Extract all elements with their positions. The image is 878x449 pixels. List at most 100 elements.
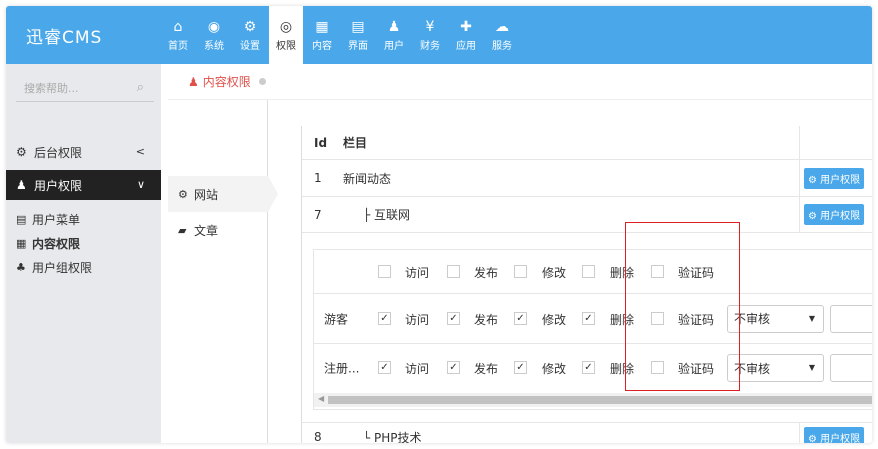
permission-checkbox[interactable]: ✓: [447, 311, 460, 325]
sidebar-group-label: 用户权限: [34, 178, 83, 193]
nav-label: 服务: [492, 40, 512, 52]
nav-label: 应用: [456, 40, 476, 52]
nav-item-1[interactable]: ◉ 系统: [197, 6, 231, 64]
nav-label: 财务: [420, 40, 440, 52]
permission-checkbox[interactable]: [447, 264, 460, 278]
breadcrumb-current[interactable]: 内容权限: [203, 73, 251, 90]
app-window: 迅睿CMS ⌂ 首页 ◉ 系统 ⚙ 设置 ◎ 权限 ▦ 内容 ▤ 界面 ♟ 用户 ¥ 财务 ✚ 应用 ☁ 服务 搜索帮…: [6, 6, 872, 443]
permission-checkbox[interactable]: [582, 264, 595, 278]
select-value: 不审核: [734, 361, 771, 376]
sidebar-group-admin-permissions[interactable]: ⚙ 后台权限 <: [6, 137, 161, 167]
note-icon: ▰: [178, 223, 187, 237]
permission-row-guest: 游客 ✓ 访问 ✓ 发布 ✓ 修改 ✓ 删除 验证码 不审核 ▼: [314, 294, 872, 344]
nav-item-7[interactable]: ¥ 财务: [413, 6, 447, 64]
permission-checkbox[interactable]: ✓: [514, 311, 527, 325]
nav-item-8[interactable]: ✚ 应用: [449, 6, 483, 64]
nav-label: 系统: [204, 40, 224, 52]
sidebar-item-label: 用户菜单: [32, 212, 81, 227]
permission-checkbox[interactable]: [514, 264, 527, 278]
user-icon: ♟: [16, 178, 27, 192]
caret-down-icon: ▼: [808, 313, 815, 323]
row-name: └ PHP技术: [363, 430, 422, 444]
html5-icon: ▤: [351, 18, 365, 35]
scroll-left-icon[interactable]: ◀: [318, 394, 324, 403]
row-id: 1: [314, 171, 322, 185]
nav-item-5[interactable]: ▤ 界面: [341, 6, 375, 64]
button-label: 用户权限: [820, 174, 861, 186]
nav-label: 权限: [276, 40, 296, 52]
nav-label: 内容: [312, 40, 332, 52]
row-id: 7: [314, 207, 322, 222]
tree-item-label: 文章: [194, 223, 219, 238]
permission-checkbox[interactable]: [651, 264, 664, 278]
button-label: 用户权限: [820, 433, 861, 444]
tree-item-site[interactable]: ⚙ 网站: [168, 176, 278, 212]
nav-label: 界面: [348, 40, 368, 52]
group-name: 注册...: [324, 361, 360, 376]
nav-label: 首页: [168, 40, 188, 52]
permission-checkbox[interactable]: ✓: [582, 311, 595, 325]
user-permission-button[interactable]: ⚙ 用户权限: [804, 204, 865, 225]
users-icon: ♣: [16, 260, 26, 274]
user-permission-button[interactable]: ⚙ 用户权限: [804, 426, 865, 444]
sidebar-item-user-menu[interactable]: ▤ 用户菜单: [6, 208, 161, 230]
table-header: Id 栏目: [302, 126, 872, 160]
permission-label: 访问: [405, 312, 430, 327]
chevron-left-icon: <: [135, 145, 145, 158]
permission-label: 访问: [405, 362, 430, 376]
nav-item-6[interactable]: ♟ 用户: [377, 6, 411, 64]
permission-label: 修改: [542, 265, 567, 280]
nav-item-9[interactable]: ☁ 服务: [485, 6, 519, 64]
value-input[interactable]: [830, 354, 872, 382]
permission-checkbox[interactable]: ✓: [378, 361, 391, 374]
permission-checkbox[interactable]: ✓: [582, 361, 595, 374]
permission-checkbox[interactable]: ✓: [447, 361, 460, 374]
grid-icon: ▦: [16, 236, 27, 250]
grid-icon: ▦: [315, 18, 329, 35]
sidebar: 搜索帮助... ⌕ ⚙ 后台权限 < ♟ 用户权限 ∨ ▤ 用户菜单 ▦ 内容权…: [6, 64, 161, 443]
nav-item-4[interactable]: ▦ 内容: [305, 6, 339, 64]
permission-checkbox[interactable]: [651, 361, 664, 374]
gear-icon: ⚙: [178, 187, 188, 201]
top-nav: ⌂ 首页 ◉ 系统 ⚙ 设置 ◎ 权限 ▦ 内容 ▤ 界面 ♟ 用户 ¥ 财务 ✚ 应用 ☁ 服务: [161, 6, 521, 64]
nav-item-2[interactable]: ⚙ 设置: [233, 6, 267, 64]
select-value: 不审核: [734, 312, 771, 326]
permission-checkbox[interactable]: ✓: [514, 361, 527, 374]
permission-label: 修改: [542, 312, 567, 327]
horizontal-scrollbar[interactable]: ◀: [314, 393, 872, 407]
sidebar-item-label: 用户组权限: [32, 260, 93, 275]
user-icon: ♟: [387, 18, 401, 35]
user-permission-button[interactable]: ⚙ 用户权限: [804, 167, 865, 189]
permission-checkbox[interactable]: [651, 311, 664, 325]
search-input[interactable]: 搜索帮助... ⌕: [16, 74, 154, 102]
permission-label: 删除: [610, 265, 635, 280]
sidebar-item-content-permissions[interactable]: ▦ 内容权限: [6, 232, 161, 254]
cloud-icon: ☁: [495, 18, 509, 35]
review-select[interactable]: 不审核 ▼: [727, 354, 824, 382]
sidebar-group-label: 后台权限: [34, 145, 83, 160]
scrollbar-thumb[interactable]: [328, 396, 872, 404]
puzzle-icon: ✚: [460, 18, 472, 35]
search-icon[interactable]: ⌕: [137, 80, 144, 95]
permission-header-row: 访问 发布 修改 删除 验证码: [314, 250, 872, 294]
globe-icon: ◉: [207, 18, 221, 35]
permission-row-registered: 注册... ✓ 访问 ✓ 发布 ✓ 修改 ✓ 删除 验证码 不审核 ▼: [314, 344, 872, 392]
sidebar-group-user-permissions[interactable]: ♟ 用户权限 ∨: [6, 170, 161, 200]
sidebar-item-group-permissions[interactable]: ♣ 用户组权限: [6, 256, 161, 278]
status-dot: [258, 78, 266, 85]
permission-checkbox[interactable]: ✓: [378, 311, 391, 325]
top-bar: 迅睿CMS ⌂ 首页 ◉ 系统 ⚙ 设置 ◎ 权限 ▦ 内容 ▤ 界面 ♟ 用户 ¥ 财务 ✚ 应用 ☁ 服务: [6, 6, 872, 64]
nav-item-3[interactable]: ◎ 权限: [269, 6, 303, 64]
nav-item-0[interactable]: ⌂ 首页: [161, 6, 195, 64]
permission-label: 发布: [474, 362, 499, 376]
table-row: 7 ├ 互联网 ⚙ 用户权限: [302, 197, 872, 233]
tree-item-article[interactable]: ▰ 文章: [168, 212, 268, 248]
tree-item-label: 网站: [194, 187, 219, 202]
permission-label: 验证码: [678, 312, 715, 327]
value-input[interactable]: [830, 304, 872, 333]
gears-icon: ⚙: [243, 18, 257, 35]
review-select[interactable]: 不审核 ▼: [727, 304, 824, 333]
column-header-id: Id: [314, 135, 328, 150]
row-id: 8: [314, 430, 322, 443]
permission-checkbox[interactable]: [378, 264, 391, 278]
